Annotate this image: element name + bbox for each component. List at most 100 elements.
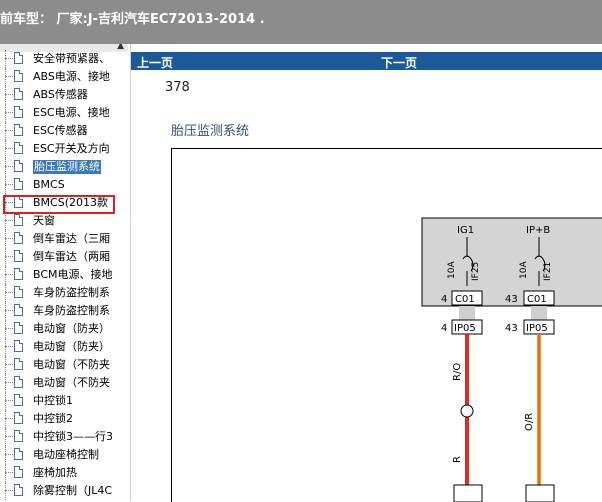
fuse2-pin-top: 43 — [505, 294, 518, 305]
sidebar-item[interactable]: 中控锁2 — [0, 410, 128, 428]
sidebar-item-label: 胎压监测系统 — [33, 160, 101, 174]
fuse1-id: IF25 — [471, 262, 481, 281]
tree-connector-line — [5, 482, 6, 500]
fuse2-rating: 10A — [519, 261, 529, 279]
sidebar-item[interactable]: 电动窗（防夹） — [0, 320, 128, 338]
sidebar-item[interactable]: 电动窗（不防夹 — [0, 374, 128, 392]
tree-branch-line — [5, 94, 13, 95]
tree-branch-line — [5, 364, 13, 365]
prev-page-link[interactable]: 上一页 — [137, 54, 173, 71]
fuse2-pin-bottom: 43 — [505, 323, 518, 334]
sidebar-item[interactable]: 电动座椅控制 — [0, 446, 128, 464]
sidebar-item[interactable]: 胎压监测系统 — [0, 158, 128, 176]
sidebar-item-label: BMCS — [33, 178, 65, 191]
sidebar-item[interactable]: ABS电源、接地 — [0, 68, 128, 86]
document-icon — [14, 412, 23, 424]
tree-branch-line — [5, 310, 13, 311]
sidebar-item-label: BCM电源、接地 — [33, 268, 113, 281]
wire-label-r: R — [452, 456, 463, 463]
wire-label-o-r: O/R — [524, 413, 535, 431]
sidebar-item[interactable]: 电动窗（不防夹 — [0, 356, 128, 374]
sidebar-item-label: 电动窗（防夹） — [33, 322, 110, 335]
next-page-link[interactable]: 下一页 — [381, 54, 417, 71]
tree-connector-line — [5, 446, 6, 464]
tree-branch-line — [5, 148, 13, 149]
orange-wire-terminal — [525, 484, 555, 502]
wiring-diagram: IG1 10A IF25 C01 4 IP+B 10A IF21 C01 43 — [171, 148, 602, 502]
sidebar-item[interactable]: ESC开关及方向 — [0, 140, 128, 158]
sidebar-item[interactable]: 车身防盗控制系 — [0, 284, 128, 302]
document-icon — [14, 232, 23, 244]
nav-bar: 上一页 下一页 — [131, 52, 602, 70]
sidebar-item[interactable]: 车身防盗控制系 — [0, 302, 128, 320]
tree-branch-line — [5, 256, 13, 257]
sidebar-item-label: 电动窗（不防夹 — [33, 358, 110, 371]
tree-connector-line — [5, 302, 6, 320]
sidebar-item-label: 电动窗（防夹） — [33, 340, 110, 353]
sidebar-tree[interactable]: ▲ 安全带预紧器、 ABS电源、接地 ABS传感器 ESC电源、接地 ESC传感器 ESC… — [0, 44, 131, 501]
tree-branch-line — [5, 472, 13, 473]
tree-connector-line — [5, 338, 6, 356]
tree-connector-line — [5, 212, 6, 230]
sidebar-item[interactable]: 安全带预紧器、 — [0, 50, 128, 68]
tree-branch-line — [5, 490, 13, 491]
tree-branch-line — [5, 184, 13, 185]
sidebar-item-label: 座椅加热 — [33, 466, 77, 479]
sidebar-item[interactable]: 中控锁3——行3 — [0, 428, 128, 446]
tree-branch-line — [5, 436, 13, 437]
sidebar-item[interactable]: ESC电源、接地 — [0, 104, 128, 122]
sidebar-item-label: 车身防盗控制系 — [33, 304, 110, 317]
tree-connector-line — [5, 122, 6, 140]
sidebar-item[interactable]: 倒车雷达（两厢 — [0, 248, 128, 266]
tree-connector-line — [5, 50, 6, 68]
tree-connector-line — [5, 68, 6, 86]
document-icon — [14, 340, 23, 352]
sidebar-item-label: ESC电源、接地 — [33, 106, 110, 119]
tree-connector-line — [5, 230, 6, 248]
document-icon — [14, 124, 23, 136]
tree-connector-line — [5, 176, 6, 194]
tree-branch-line — [5, 346, 13, 347]
sidebar-item-label: 中控锁2 — [33, 412, 73, 425]
tree-branch-line — [5, 328, 13, 329]
selection-highlight-box — [3, 195, 115, 214]
sidebar-item-label: 安全带预紧器、 — [33, 52, 110, 65]
fuse1-rating: 10A — [447, 261, 457, 279]
tree-connector-line — [5, 320, 6, 338]
tree-branch-line — [5, 238, 13, 239]
tree-branch-line — [5, 76, 13, 77]
sidebar-item[interactable]: 座椅加热 — [0, 464, 128, 482]
sidebar-item[interactable]: ESC传感器 — [0, 122, 128, 140]
system-title: 胎压监测系统 — [171, 124, 250, 139]
sidebar-item[interactable]: ABS传感器 — [0, 86, 128, 104]
tree-branch-line — [5, 166, 13, 167]
sidebar-item[interactable]: 电动窗（防夹） — [0, 338, 128, 356]
sidebar-item[interactable]: 天窗 — [0, 212, 128, 230]
sidebar-item[interactable]: BCM电源、接地 — [0, 266, 128, 284]
document-icon — [14, 178, 23, 190]
sidebar-item-label: ESC开关及方向 — [33, 142, 110, 155]
tree-branch-line — [5, 274, 13, 275]
sidebar-item[interactable]: BMCS — [0, 176, 128, 194]
tree-connector-line — [5, 464, 6, 482]
document-icon — [14, 394, 23, 406]
sidebar-item-label: 倒车雷达（两厢 — [33, 250, 110, 263]
sidebar-item[interactable]: 除雾控制（JL4C — [0, 482, 128, 500]
sidebar-item[interactable]: 中控锁1 — [0, 392, 128, 410]
sidebar-item[interactable]: 倒车雷达（三厢 — [0, 230, 128, 248]
document-icon — [14, 448, 23, 460]
tree-branch-line — [5, 382, 13, 383]
document-icon — [14, 88, 23, 100]
tree-connector-line — [5, 374, 6, 392]
tree-connector-line — [5, 284, 6, 302]
sidebar-item-label: ABS传感器 — [33, 88, 88, 101]
document-icon — [14, 52, 23, 64]
tree-branch-line — [5, 112, 13, 113]
fuse1-pin-bottom: 4 — [441, 323, 447, 334]
fuse2-connector-bottom-label: IP05 — [526, 323, 548, 334]
tree-connector-line — [5, 248, 6, 266]
sidebar-item-label: 天窗 — [33, 214, 55, 227]
tree-branch-line — [5, 292, 13, 293]
fuse2-wire-gap — [531, 306, 547, 320]
wiring-diagram-svg: IG1 10A IF25 C01 4 IP+B 10A IF21 C01 43 — [421, 217, 602, 502]
